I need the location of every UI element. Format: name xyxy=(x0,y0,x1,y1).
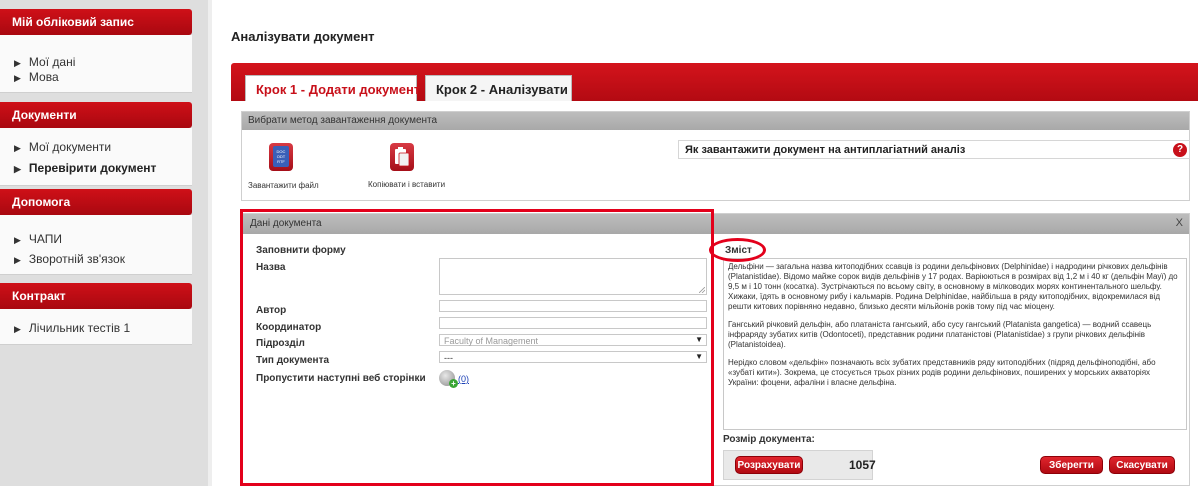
sidebar-box-account: ▶ Мої дані ▶ Мова xyxy=(0,35,192,93)
sidebar-box-contract: ▶ Лічильник тестів 1 xyxy=(0,309,192,345)
sidebar-divider xyxy=(208,0,212,486)
upload-file-label[interactable]: Завантажити файл xyxy=(248,181,319,190)
sidebar-item-faq[interactable]: ▶ ЧАПИ xyxy=(14,232,62,246)
author-label: Автор xyxy=(256,305,287,316)
skip-pages-label: Пропустити наступні веб сторінки xyxy=(256,373,426,384)
document-size-value: 1057 xyxy=(849,458,876,472)
sidebar-item-feedback[interactable]: ▶ Зворотній зв'язок xyxy=(14,252,125,266)
add-exclusion-icon[interactable]: + xyxy=(439,370,458,388)
content-paragraph: Нерідко словом «дельфін» позначають всіх… xyxy=(728,358,1156,387)
sidebar-item-test-counter[interactable]: ▶ Лічильник тестів 1 xyxy=(14,321,130,335)
chevron-right-icon: ▶ xyxy=(14,73,21,83)
sidebar-section-account: Мій обліковий запис xyxy=(0,9,192,35)
coordinator-label: Координатор xyxy=(256,322,322,333)
doctype-select[interactable]: --- ▼ xyxy=(439,351,707,363)
document-data-title: Дані документа xyxy=(250,218,322,229)
copy-paste-icon[interactable] xyxy=(390,143,414,171)
department-select[interactable]: Faculty of Management ▼ xyxy=(439,334,707,346)
content-label: Зміст xyxy=(725,245,752,256)
sidebar-box-documents: ▶ Мої документи ▶ Перевірити документ xyxy=(0,128,192,186)
dropdown-arrow-icon: ▼ xyxy=(695,352,703,361)
department-label: Підрозділ xyxy=(256,338,305,349)
chevron-right-icon: ▶ xyxy=(14,235,21,245)
tab-step-1[interactable]: Крок 1 - Додати документ xyxy=(245,75,420,101)
skip-count-link[interactable]: (0) xyxy=(458,374,469,384)
sidebar: Мій обліковий запис ▶ Мої дані ▶ Мова Доку… xyxy=(0,0,208,486)
clipboard-icon xyxy=(395,147,410,167)
plus-icon: + xyxy=(449,379,458,388)
author-field[interactable] xyxy=(439,300,707,312)
content-paragraph: Гангський річковий дельфін, або платаніс… xyxy=(728,320,1152,349)
chevron-right-icon: ▶ xyxy=(14,58,21,68)
svg-text:RTF: RTF xyxy=(277,159,285,164)
chevron-right-icon: ▶ xyxy=(14,255,21,265)
sidebar-box-help: ▶ ЧАПИ ▶ Зворотній зв'язок xyxy=(0,215,192,275)
doc-file-icon: DOC ODT RTF xyxy=(273,146,289,167)
upload-method-title: Вибрати метод завантаження документа xyxy=(242,112,1189,130)
form-heading: Заповнити форму xyxy=(256,245,346,256)
sidebar-section-contract: Контракт xyxy=(0,283,192,309)
name-textarea[interactable] xyxy=(439,258,707,295)
close-icon[interactable]: X xyxy=(1176,217,1183,229)
sidebar-item-check-document[interactable]: ▶ Перевірити документ xyxy=(14,161,156,175)
copy-paste-label[interactable]: Копіювати і вставити xyxy=(368,180,445,189)
page-title: Аналізувати документ xyxy=(231,29,375,44)
doctype-label: Тип документа xyxy=(256,355,330,366)
save-button[interactable]: Зберегти xyxy=(1040,456,1103,474)
coordinator-field[interactable] xyxy=(439,317,707,329)
chevron-right-icon: ▶ xyxy=(14,324,21,334)
dropdown-arrow-icon: ▼ xyxy=(695,335,703,344)
document-data-header: Дані документа X xyxy=(242,214,1189,234)
help-icon[interactable]: ? xyxy=(1173,143,1187,157)
document-data-panel: Дані документа X Заповнити форму Назва А… xyxy=(241,213,1190,486)
cancel-button[interactable]: Скасувати xyxy=(1109,456,1175,474)
sidebar-section-help: Допомога xyxy=(0,189,192,215)
document-size-label: Розмір документа: xyxy=(723,434,815,445)
chevron-right-icon: ▶ xyxy=(14,143,21,153)
name-label: Назва xyxy=(256,262,286,273)
content-textarea[interactable]: Дельфіни — загальна назва китоподібних с… xyxy=(723,258,1187,430)
count-button[interactable]: Розрахувати xyxy=(735,456,803,474)
resize-grip-icon[interactable] xyxy=(699,287,705,293)
sidebar-item-my-documents[interactable]: ▶ Мої документи xyxy=(14,140,111,154)
chevron-right-icon: ▶ xyxy=(14,164,21,174)
sidebar-item-my-data[interactable]: ▶ Мої дані xyxy=(14,55,75,69)
content-paragraph: Дельфіни — загальна назва китоподібних с… xyxy=(728,262,1178,311)
file-upload-icon[interactable]: DOC ODT RTF xyxy=(269,143,293,171)
sidebar-item-language[interactable]: ▶ Мова xyxy=(14,70,59,84)
howto-upload-link[interactable]: Як завантажити документ на антиплагіатни… xyxy=(678,140,1190,159)
tab-step-2[interactable]: Крок 2 - Аналізувати xyxy=(425,75,572,101)
upload-method-panel: Вибрати метод завантаження документа DOC… xyxy=(241,111,1190,201)
sidebar-section-documents: Документи xyxy=(0,102,192,128)
